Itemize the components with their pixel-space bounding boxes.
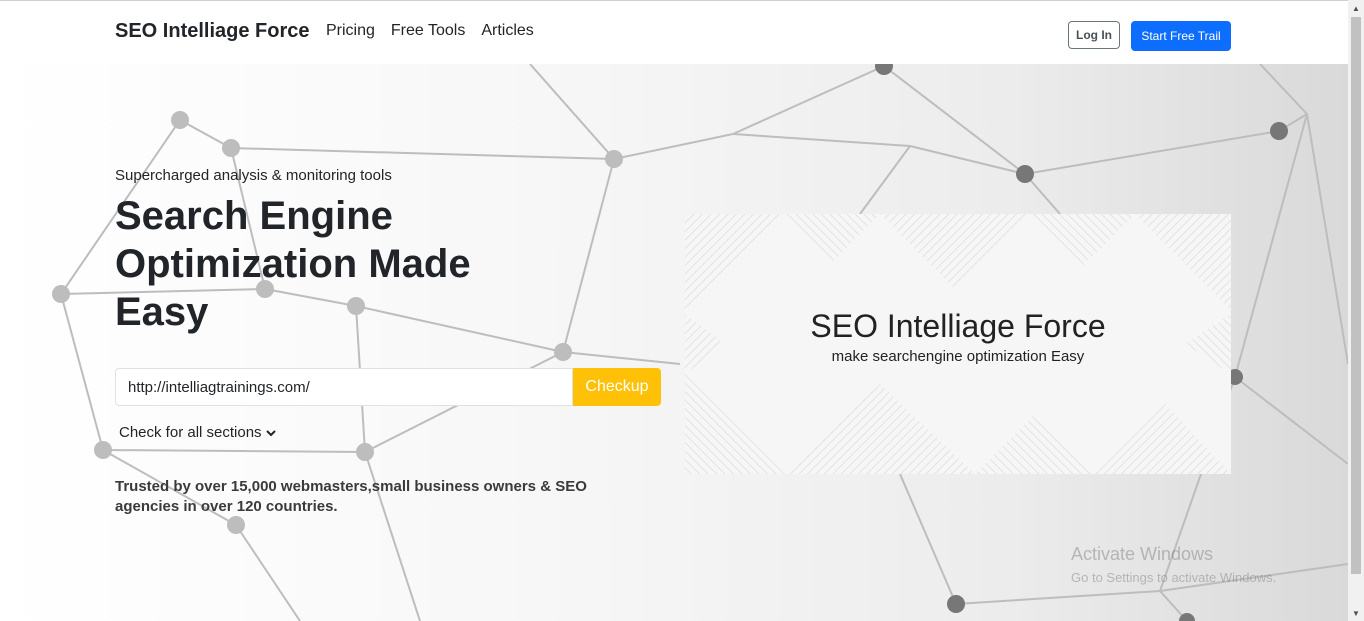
sections-select-label: Check for all sections: [119, 424, 262, 441]
banner-title: SEO Intelliage Force: [810, 308, 1106, 344]
login-button[interactable]: Log In: [1068, 21, 1120, 49]
nav-links: Pricing Free Tools Articles: [326, 22, 534, 40]
banner-subtitle: make searchengine optimization Easy: [831, 348, 1085, 365]
scroll-up-arrow-icon[interactable]: ▲: [1348, 0, 1364, 16]
checkup-button[interactable]: Checkup: [573, 368, 661, 406]
hero-banner-image: SEO Intelliage Force make searchengine o…: [685, 214, 1231, 474]
chevron-down-icon: [265, 429, 276, 436]
nav-link-free-tools[interactable]: Free Tools: [391, 22, 465, 40]
trusted-text: Trusted by over 15,000 webmasters,small …: [115, 478, 587, 515]
activate-windows-hint: Go to Settings to activate Windows.: [1071, 570, 1277, 585]
hero-section: Supercharged analysis & monitoring tools…: [0, 64, 1348, 621]
navbar: SEO Intelliage Force Pricing Free Tools …: [0, 1, 1348, 64]
scrollbar-thumb[interactable]: [1351, 17, 1361, 574]
hero-tagline: Supercharged analysis & monitoring tools: [115, 167, 392, 184]
nav-link-articles[interactable]: Articles: [481, 22, 533, 40]
hero-headline: Search Engine Optimization Made Easy: [115, 194, 471, 334]
sections-select[interactable]: Check for all sections: [119, 424, 276, 441]
vertical-scrollbar[interactable]: ▲ ▼: [1348, 0, 1364, 621]
brand-logo[interactable]: SEO Intelliage Force: [115, 20, 310, 43]
scroll-down-arrow-icon[interactable]: ▼: [1348, 605, 1364, 621]
start-free-trial-button[interactable]: Start Free Trail: [1131, 21, 1231, 51]
nav-link-pricing[interactable]: Pricing: [326, 22, 375, 40]
activate-windows-watermark: Activate Windows: [1071, 544, 1214, 564]
url-input[interactable]: [115, 368, 573, 406]
